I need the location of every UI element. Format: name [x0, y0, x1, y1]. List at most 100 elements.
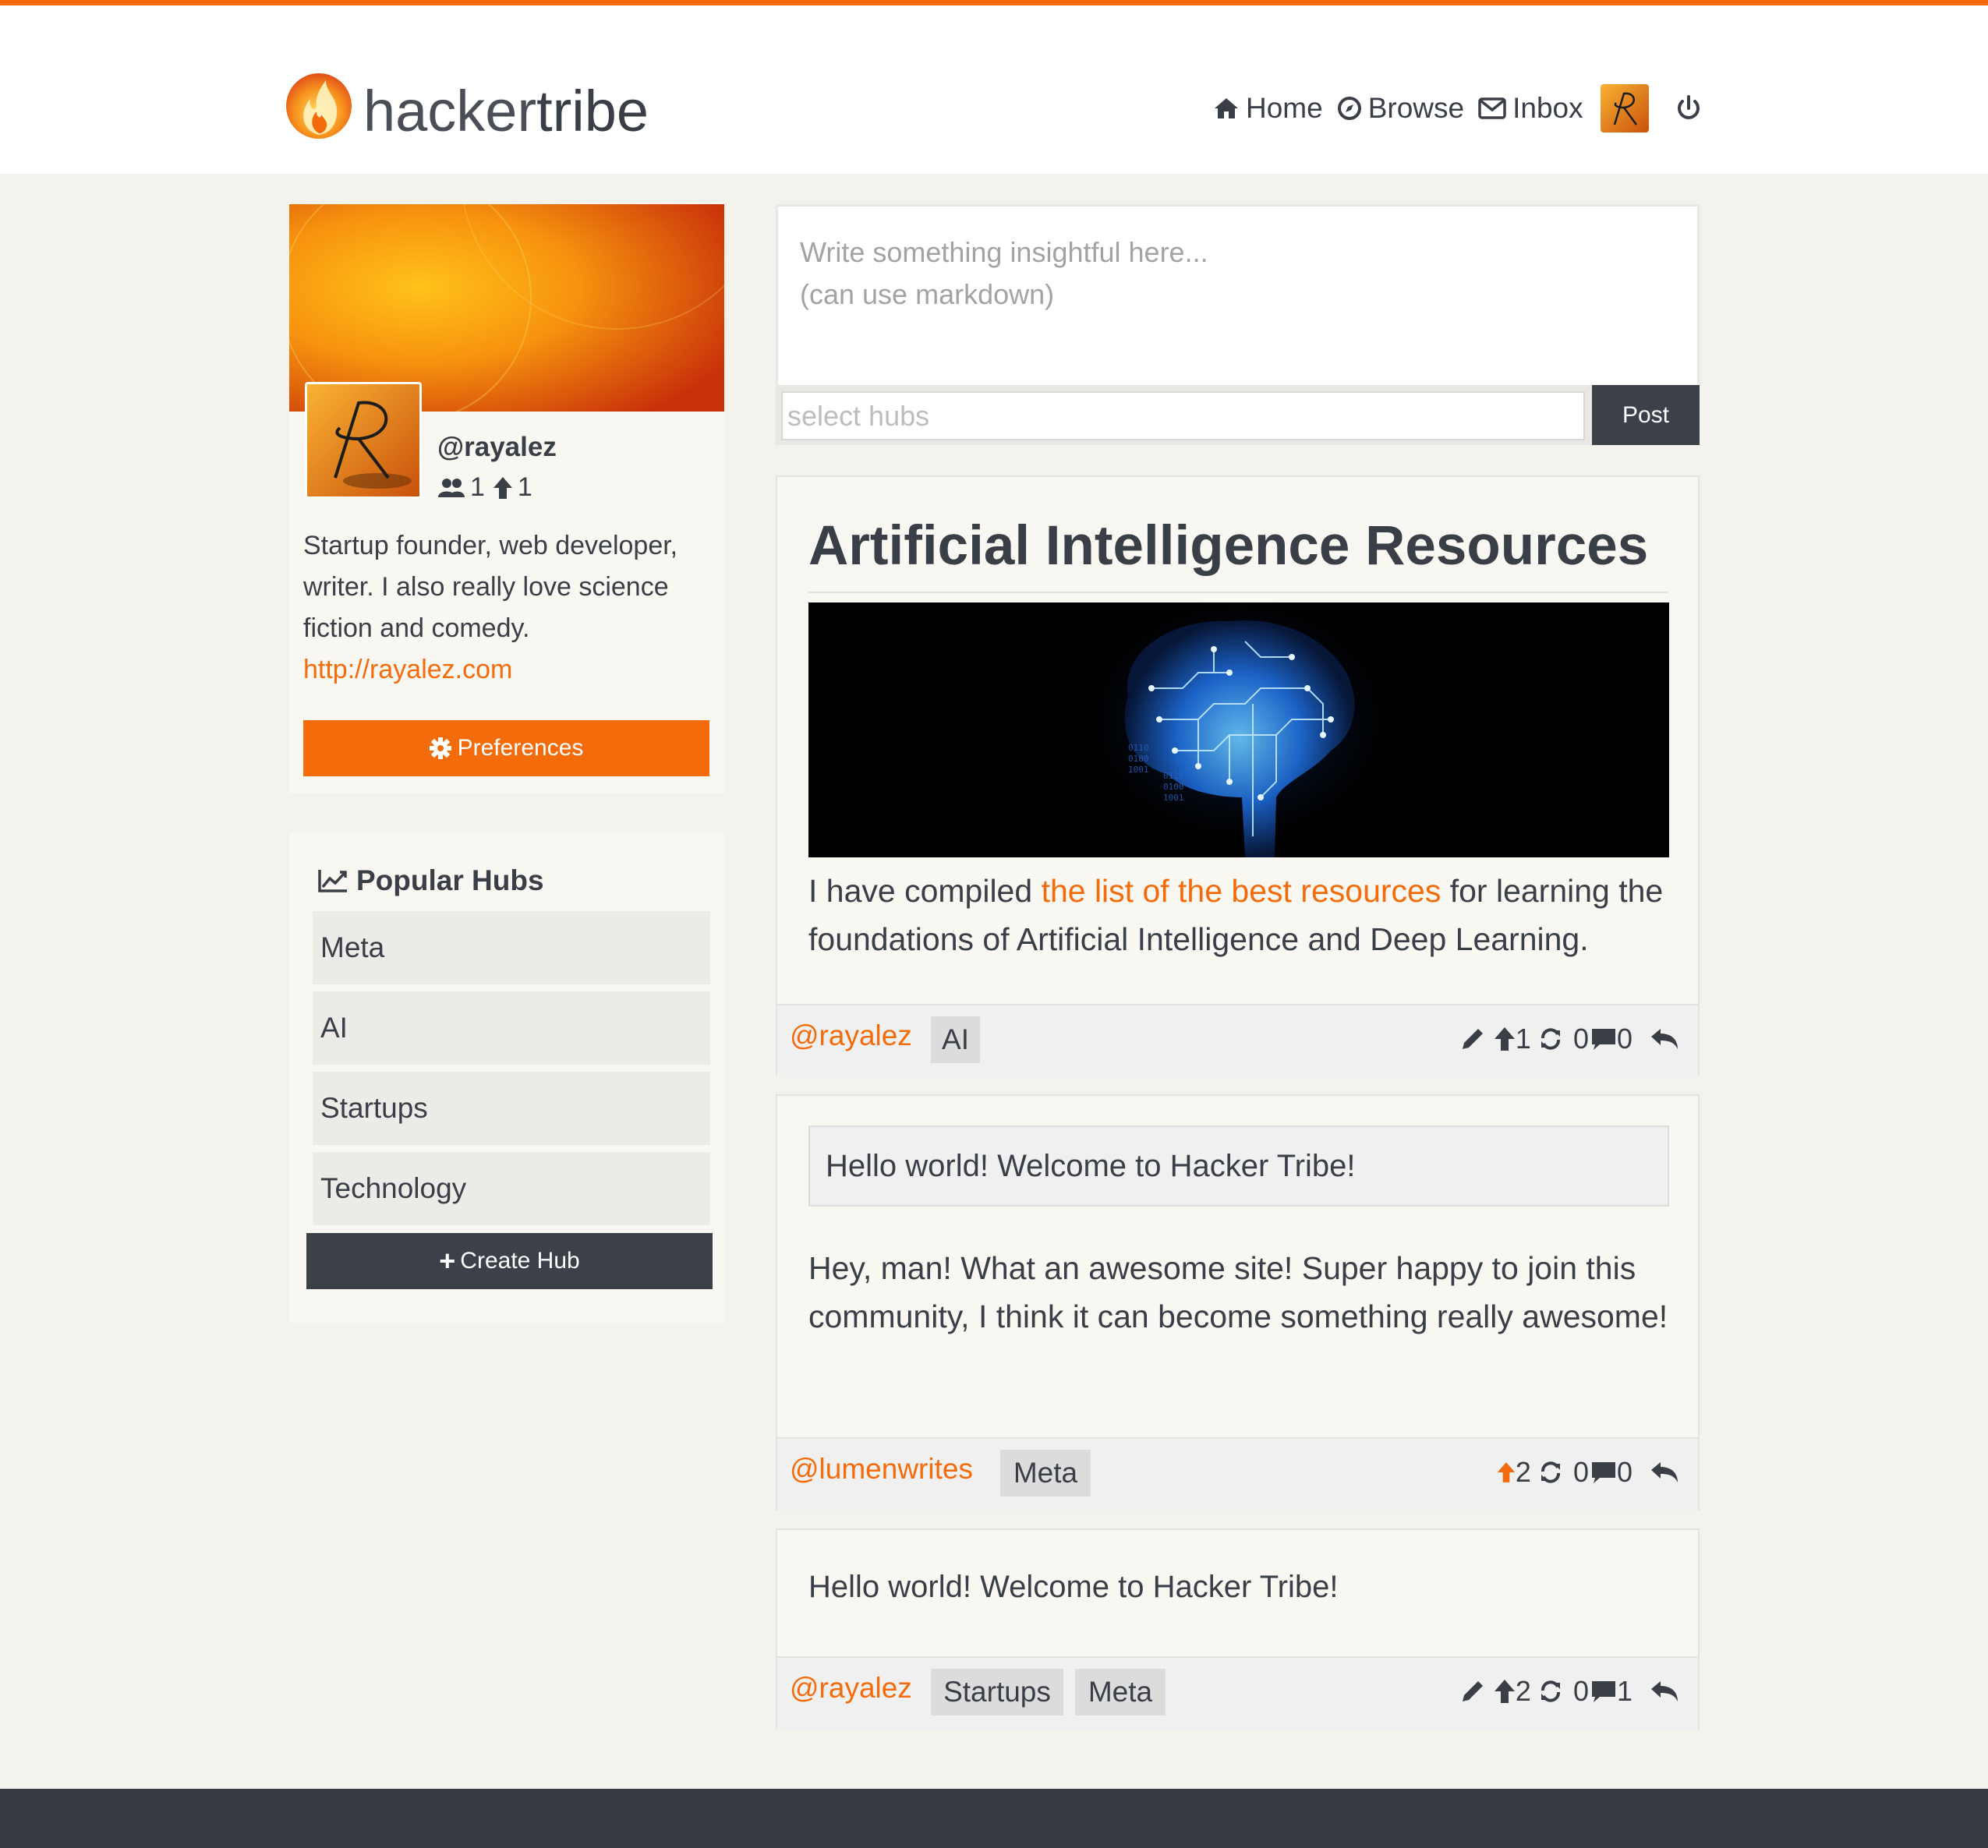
svg-text:1001: 1001 — [1128, 765, 1149, 775]
brand-name-bold: tribe — [536, 79, 649, 143]
hub-select-input[interactable]: select hubs — [781, 391, 1585, 440]
post-submit-button[interactable]: Post — [1592, 385, 1700, 445]
user-avatar[interactable] — [1600, 84, 1649, 133]
profile-website-link[interactable]: http://rayalez.com — [303, 655, 512, 684]
post-card: Hello world! Welcome to Hacker Tribe! @r… — [776, 1528, 1700, 1730]
site-header: hackertribe Home Browse Inbox — [0, 5, 1988, 174]
plus-icon: + — [439, 1245, 456, 1277]
create-hub-button[interactable]: + Create Hub — [306, 1233, 713, 1289]
followers-count: 1 — [470, 472, 485, 502]
reply-arrow-icon[interactable] — [1650, 1680, 1679, 1703]
post-actions: 1 0 0 — [1459, 1019, 1679, 1058]
comment-icon — [1591, 1029, 1615, 1050]
comments-button[interactable]: 1 — [1590, 1675, 1632, 1708]
repost-count: 0 — [1572, 1456, 1589, 1488]
gear-icon — [429, 737, 451, 759]
post-title[interactable]: Artificial Intelligence Resources — [808, 514, 1648, 578]
nav-home[interactable]: Home — [1213, 92, 1323, 125]
post-tag[interactable]: Meta — [1000, 1450, 1091, 1496]
compass-icon — [1337, 97, 1361, 120]
preferences-button[interactable]: Preferences — [303, 720, 709, 776]
repost-button[interactable]: 0 — [1539, 1023, 1589, 1055]
post-body: Hello world! Welcome to Hacker Tribe! — [808, 1570, 1339, 1604]
profile-stats: 1 1 — [437, 472, 532, 503]
repost-icon — [1541, 1461, 1560, 1483]
popular-hubs-title: Popular Hubs — [356, 864, 544, 896]
edit-pencil-icon[interactable] — [1459, 1026, 1486, 1052]
svg-text:0100: 0100 — [1163, 782, 1184, 792]
hub-item-ai[interactable]: AI — [313, 991, 710, 1065]
post-author[interactable]: @rayalez — [790, 1672, 912, 1705]
profile-avatar[interactable] — [305, 382, 422, 499]
post-tag[interactable]: Startups — [931, 1669, 1063, 1715]
post-actions: 2 0 1 — [1459, 1672, 1679, 1711]
profile-username[interactable]: @rayalez — [437, 432, 557, 463]
logout-power-icon[interactable] — [1675, 94, 1702, 122]
post-tag[interactable]: AI — [931, 1016, 980, 1063]
repost-button[interactable]: 0 — [1539, 1675, 1589, 1708]
profile-card: @rayalez 1 1 Startup founder, web develo… — [289, 204, 724, 793]
upvote-button[interactable]: 2 — [1494, 1675, 1531, 1708]
post-author[interactable]: @lumenwrites — [790, 1453, 973, 1486]
hub-item-startups[interactable]: Startups — [313, 1072, 710, 1145]
repost-icon — [1541, 1028, 1560, 1050]
top-accent-bar — [0, 0, 1988, 5]
post-body-input[interactable] — [778, 207, 1697, 385]
post-body-text-start: I have compiled — [808, 873, 1042, 909]
comment-count: 0 — [1616, 1456, 1632, 1488]
upvote-count: 2 — [1515, 1675, 1531, 1707]
site-footer — [0, 1789, 1988, 1848]
comments-button[interactable]: 0 — [1590, 1456, 1632, 1489]
repost-icon — [1541, 1680, 1560, 1702]
title-divider — [808, 592, 1668, 593]
create-hub-label: Create Hub — [460, 1248, 580, 1274]
repost-button[interactable]: 0 — [1539, 1456, 1589, 1489]
comments-button[interactable]: 0 — [1590, 1023, 1632, 1055]
nav-browse-label: Browse — [1367, 92, 1465, 124]
hub-item-meta[interactable]: Meta — [313, 911, 710, 984]
post-tag[interactable]: Meta — [1075, 1669, 1166, 1715]
svg-text:0110: 0110 — [1163, 771, 1184, 781]
comment-icon — [1591, 1462, 1615, 1483]
svg-text:0110: 0110 — [1128, 743, 1149, 753]
post-body-link[interactable]: the list of the best resources — [1042, 873, 1441, 909]
reply-arrow-icon[interactable] — [1650, 1027, 1679, 1051]
post-card: Hello world! Welcome to Hacker Tribe! He… — [776, 1094, 1700, 1511]
preferences-label: Preferences — [457, 735, 584, 761]
nav-inbox-label: Inbox — [1512, 92, 1583, 124]
popular-hubs-heading: Popular Hubs — [317, 864, 544, 897]
repost-count: 0 — [1572, 1675, 1589, 1707]
post-composer: select hubs Post — [776, 204, 1700, 445]
trending-chart-icon — [318, 870, 347, 892]
post-footer: @rayalez Startups Meta 2 0 1 — [777, 1656, 1698, 1730]
ai-brain-image: 011001001001 011001001001 — [808, 602, 1669, 857]
upvote-arrow-icon — [1494, 1680, 1515, 1703]
brand-name-light: hacker — [363, 79, 537, 143]
comment-icon — [1591, 1681, 1615, 1702]
profile-bio: Startup founder, web developer, writer. … — [303, 525, 716, 691]
reply-arrow-icon[interactable] — [1650, 1461, 1679, 1484]
repost-count: 0 — [1572, 1023, 1589, 1055]
brand-name[interactable]: hackertribe — [363, 74, 649, 149]
post-footer: @rayalez AI 1 0 0 — [777, 1004, 1698, 1077]
upvote-count: 1 — [1515, 1023, 1531, 1055]
hub-item-technology[interactable]: Technology — [313, 1152, 710, 1225]
upvote-button[interactable]: 2 — [1497, 1456, 1531, 1489]
upvote-button[interactable]: 1 — [1494, 1023, 1531, 1055]
post-author[interactable]: @rayalez — [790, 1019, 912, 1052]
post-footer: @lumenwrites Meta 2 0 0 — [777, 1437, 1698, 1511]
upvote-count: 2 — [1515, 1456, 1531, 1488]
post-card: Artificial Intelligence Resources 0110 0… — [776, 475, 1700, 1077]
flame-logo-icon[interactable] — [285, 72, 352, 140]
svg-text:1001: 1001 — [1163, 793, 1184, 803]
edit-pencil-icon[interactable] — [1459, 1678, 1486, 1705]
upvote-arrow-icon — [1497, 1462, 1516, 1482]
post-actions: 2 0 0 — [1489, 1453, 1679, 1492]
comment-count: 1 — [1616, 1675, 1632, 1707]
quoted-post[interactable]: Hello world! Welcome to Hacker Tribe! — [808, 1125, 1669, 1207]
profile-bio-text: Startup founder, web developer, writer. … — [303, 531, 678, 643]
home-icon — [1215, 98, 1238, 118]
comment-count: 0 — [1616, 1023, 1632, 1055]
nav-inbox[interactable]: Inbox — [1478, 92, 1583, 125]
nav-browse[interactable]: Browse — [1337, 92, 1464, 125]
